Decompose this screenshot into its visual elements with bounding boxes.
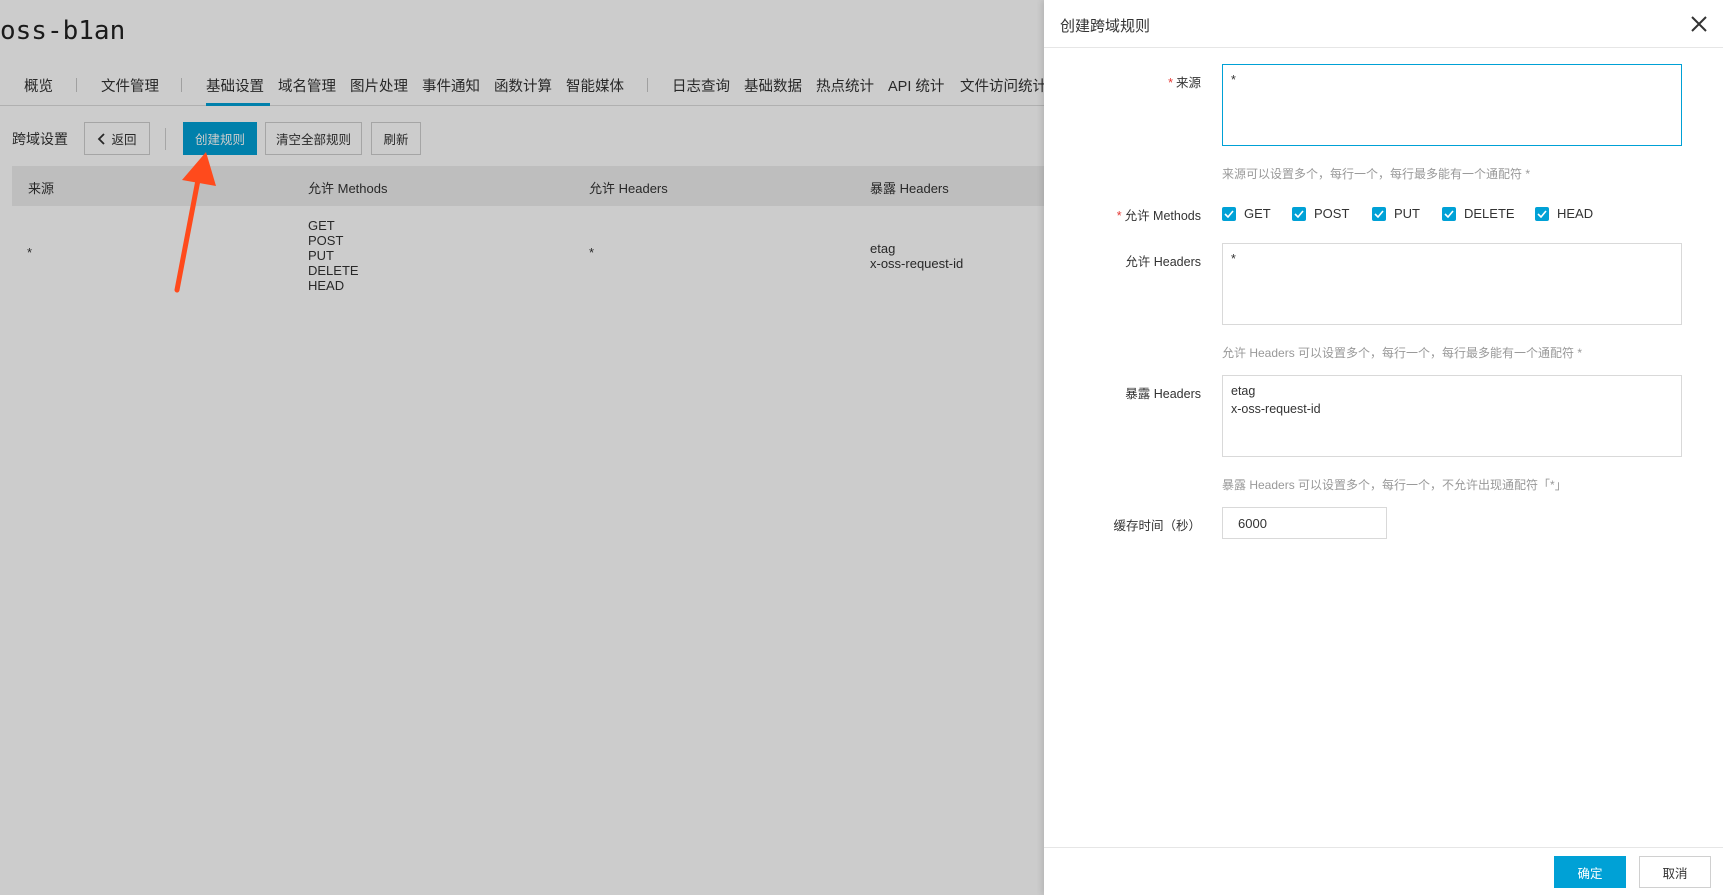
checkbox-label: POST	[1314, 206, 1350, 221]
column-origin: 来源	[28, 181, 55, 196]
back-button[interactable]: 返回	[84, 122, 150, 155]
modal-backdrop	[0, 0, 1044, 895]
nav-divider	[647, 78, 648, 92]
allow-headers-hint: 允许 Headers 可以设置多个，每行一个，每行最多能有一个通配符 *	[1222, 346, 1583, 360]
drawer-title: 创建跨域规则	[1060, 18, 1151, 35]
cell-expose-headers: etag x-oss-request-id	[870, 241, 963, 271]
allow-headers-label: 允许 Headers	[1125, 255, 1201, 269]
create-cors-rule-drawer: 创建跨域规则 * 来源 * 来源可以设置多个，每行一个，每行最多能有一个通配符 *…	[1044, 0, 1723, 895]
nav-divider	[181, 78, 182, 92]
column-expose-headers: 暴露 Headers	[870, 181, 949, 196]
tab-hotspot-stats[interactable]: 热点统计	[816, 75, 874, 96]
allow-methods-label: * 允许 Methods	[1116, 209, 1201, 223]
nav-divider	[76, 78, 77, 92]
bucket-nav: 概览 文件管理 基础设置 域名管理 图片处理 事件通知 函数计算 智能媒体 日志…	[0, 58, 1044, 106]
refresh-button[interactable]: 刷新	[371, 122, 421, 155]
tab-intelligent-media[interactable]: 智能媒体	[566, 75, 624, 96]
cache-time-input[interactable]	[1222, 507, 1387, 539]
method-checkbox-put[interactable]: PUT	[1372, 206, 1420, 221]
tab-image-processing[interactable]: 图片处理	[350, 75, 408, 96]
expose-headers-field[interactable]: etag x-oss-request-id	[1222, 375, 1682, 457]
section-title: 跨域设置	[12, 131, 68, 147]
required-marker: *	[1116, 209, 1122, 223]
chevron-left-icon	[98, 132, 106, 145]
tab-files[interactable]: 文件管理	[101, 75, 159, 96]
method-checkbox-head[interactable]: HEAD	[1535, 206, 1593, 221]
expose-header-value: x-oss-request-id	[870, 256, 964, 271]
cell-allow-methods: GET POST PUT DELETE HEAD	[308, 218, 359, 293]
origin-hint: 来源可以设置多个，每行一个，每行最多能有一个通配符 *	[1222, 167, 1531, 181]
origin-label: * 来源	[1168, 76, 1201, 90]
tab-event-notification[interactable]: 事件通知	[422, 75, 480, 96]
checkbox-checked-icon	[1222, 206, 1236, 221]
checkbox-label: DELETE	[1464, 206, 1515, 221]
cache-time-label: 缓存时间（秒）	[1113, 519, 1201, 533]
allow-headers-field[interactable]: *	[1222, 243, 1682, 325]
cell-allow-headers: *	[589, 245, 595, 260]
expose-header-value: etag	[870, 241, 896, 256]
method-value: HEAD	[308, 278, 345, 293]
clear-all-rules-button[interactable]: 清空全部规则	[265, 122, 362, 155]
method-checkbox-get[interactable]: GET	[1222, 206, 1271, 221]
tab-function-compute[interactable]: 函数计算	[494, 75, 552, 96]
close-icon[interactable]	[1689, 14, 1709, 34]
bucket-name: oss-b1an	[0, 16, 126, 46]
method-value: POST	[308, 233, 344, 248]
checkbox-checked-icon	[1535, 206, 1549, 221]
drawer-footer: 确定 取消	[1044, 847, 1723, 895]
tab-basic-data[interactable]: 基础数据	[744, 75, 802, 96]
tab-log-query[interactable]: 日志查询	[672, 75, 730, 96]
tab-basic-settings[interactable]: 基础设置	[206, 75, 264, 96]
column-allow-methods: 允许 Methods	[308, 181, 388, 196]
tab-overview[interactable]: 概览	[24, 75, 53, 96]
bucket-page: oss-b1an 概览 文件管理 基础设置 域名管理 图片处理 事件通知 函数计…	[0, 0, 1044, 895]
active-tab-indicator	[206, 103, 270, 106]
method-value: DELETE	[308, 263, 359, 278]
tab-file-access-stats[interactable]: 文件访问统计	[960, 75, 1044, 96]
origin-field[interactable]: *	[1222, 64, 1682, 146]
method-checkbox-post[interactable]: POST	[1292, 206, 1349, 221]
method-value: PUT	[308, 248, 334, 263]
confirm-button[interactable]: 确定	[1554, 856, 1626, 888]
cancel-button[interactable]: 取消	[1639, 856, 1711, 888]
checkbox-checked-icon	[1372, 206, 1386, 221]
red-arrow-annotation	[174, 152, 216, 293]
cell-origin: *	[27, 245, 33, 260]
method-checkbox-delete[interactable]: DELETE	[1442, 206, 1515, 221]
drawer-header: 创建跨域规则	[1044, 0, 1723, 48]
expose-headers-hint: 暴露 Headers 可以设置多个，每行一个，不允许出现通配符「*」	[1222, 478, 1567, 492]
checkbox-label: GET	[1244, 206, 1271, 221]
method-value: GET	[308, 218, 335, 233]
expose-headers-label: 暴露 Headers	[1125, 387, 1201, 401]
checkbox-label: PUT	[1394, 206, 1420, 221]
toolbar-divider	[165, 128, 166, 150]
checkbox-checked-icon	[1442, 206, 1456, 221]
required-marker: *	[1168, 76, 1173, 90]
tab-api-stats[interactable]: API 统计	[888, 75, 944, 96]
tab-domains[interactable]: 域名管理	[278, 75, 336, 96]
column-allow-headers: 允许 Headers	[589, 181, 668, 196]
checkbox-checked-icon	[1292, 206, 1306, 221]
back-button-label: 返回	[111, 133, 137, 147]
checkbox-label: HEAD	[1557, 206, 1594, 221]
